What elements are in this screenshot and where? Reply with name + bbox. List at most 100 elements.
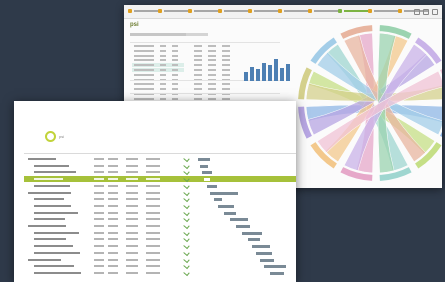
task-cell xyxy=(94,258,104,261)
task-cell xyxy=(126,184,138,187)
gantt-row[interactable] xyxy=(24,182,296,189)
summary-cell xyxy=(172,69,178,71)
summary-cell xyxy=(194,73,202,76)
gantt-bar[interactable] xyxy=(242,231,262,235)
tab[interactable] xyxy=(158,8,188,14)
tab-label xyxy=(254,10,278,12)
summary-cell xyxy=(222,69,230,71)
tab-label xyxy=(164,10,188,12)
task-cell xyxy=(94,164,104,167)
tab-icon xyxy=(128,9,132,13)
task-cell xyxy=(126,211,138,214)
tab[interactable] xyxy=(248,8,278,14)
status-check-icon xyxy=(183,162,190,169)
summary-cell xyxy=(134,64,154,67)
gantt-bar[interactable] xyxy=(224,211,236,215)
gantt-bar[interactable] xyxy=(202,171,212,175)
gantt-bar[interactable] xyxy=(214,198,222,202)
summary-cell xyxy=(208,64,216,67)
gantt-bar[interactable] xyxy=(204,178,210,182)
gantt-bar[interactable] xyxy=(230,218,248,222)
tab[interactable] xyxy=(308,8,338,14)
search-icon[interactable] xyxy=(414,9,420,15)
summary-cell xyxy=(208,73,216,76)
tab[interactable] xyxy=(218,8,248,14)
status-check-icon xyxy=(183,236,190,243)
gantt-row[interactable] xyxy=(24,249,296,256)
summary-cell xyxy=(194,88,202,91)
status-check-icon xyxy=(183,249,190,256)
gantt-row[interactable] xyxy=(24,209,296,216)
gantt-bar[interactable] xyxy=(256,251,272,255)
task-cell xyxy=(108,191,118,194)
task-cell xyxy=(146,218,160,221)
gantt-row[interactable] xyxy=(24,155,296,163)
gantt-row[interactable] xyxy=(24,216,296,223)
gantt-row[interactable] xyxy=(24,175,296,183)
status-check-icon xyxy=(183,242,190,250)
task-name xyxy=(28,258,61,261)
task-cell xyxy=(146,204,160,207)
status-check-icon xyxy=(183,189,190,196)
gantt-bar[interactable] xyxy=(260,258,274,262)
task-cell xyxy=(126,171,138,174)
task-name xyxy=(34,211,78,214)
summary-cell xyxy=(222,73,230,76)
task-cell xyxy=(94,191,104,194)
gantt-row[interactable] xyxy=(24,189,296,196)
tab[interactable] xyxy=(368,8,398,14)
gantt-bar[interactable] xyxy=(210,191,238,195)
settings-icon[interactable] xyxy=(423,9,429,15)
task-cell xyxy=(146,251,160,254)
summary-cell xyxy=(172,59,178,62)
task-name xyxy=(28,225,66,227)
summary-cell xyxy=(222,64,230,67)
summary-cell xyxy=(194,49,202,52)
gantt-bar[interactable] xyxy=(198,158,210,161)
task-cell xyxy=(126,225,138,227)
task-name xyxy=(34,231,79,234)
summary-cell xyxy=(222,88,230,91)
tab[interactable] xyxy=(188,8,218,14)
tab-icon xyxy=(398,9,402,13)
gantt-bar[interactable] xyxy=(252,245,270,249)
tab[interactable] xyxy=(338,8,368,14)
gantt-row[interactable] xyxy=(24,242,296,250)
gantt-row[interactable] xyxy=(24,202,296,210)
gantt-bar[interactable] xyxy=(207,184,217,188)
gantt-row[interactable] xyxy=(24,162,296,169)
gantt-row[interactable] xyxy=(24,263,296,270)
tab-label xyxy=(374,10,398,12)
task-cell xyxy=(146,198,160,201)
gantt-row[interactable] xyxy=(24,269,296,277)
gantt-bar[interactable] xyxy=(218,204,234,208)
task-name xyxy=(34,178,63,181)
task-cell xyxy=(146,238,160,241)
gantt-bar[interactable] xyxy=(200,164,208,168)
gantt-row[interactable] xyxy=(24,236,296,243)
status-check-icon xyxy=(183,216,190,223)
summary-cell xyxy=(160,54,166,57)
mini-bar xyxy=(274,58,278,81)
task-cell xyxy=(94,198,104,201)
task-name xyxy=(34,184,70,187)
gantt-row[interactable] xyxy=(24,229,296,236)
summary-cell xyxy=(134,73,154,76)
tab-icon xyxy=(188,9,192,13)
tab[interactable] xyxy=(278,8,308,14)
summary-cell xyxy=(208,97,216,100)
gantt-row[interactable] xyxy=(24,169,296,176)
gantt-row[interactable] xyxy=(24,196,296,203)
task-name xyxy=(34,251,80,254)
close-icon[interactable] xyxy=(432,9,438,15)
tab[interactable] xyxy=(128,8,158,14)
gantt-bar[interactable] xyxy=(264,265,286,269)
gantt-row[interactable] xyxy=(24,222,296,230)
gantt-bar[interactable] xyxy=(236,225,250,228)
gantt-bar[interactable] xyxy=(248,238,260,242)
breadcrumb xyxy=(130,33,188,36)
summary-cell xyxy=(172,54,178,57)
gantt-row[interactable] xyxy=(24,256,296,263)
status-check-icon xyxy=(183,169,190,176)
gantt-bar[interactable] xyxy=(270,271,284,275)
